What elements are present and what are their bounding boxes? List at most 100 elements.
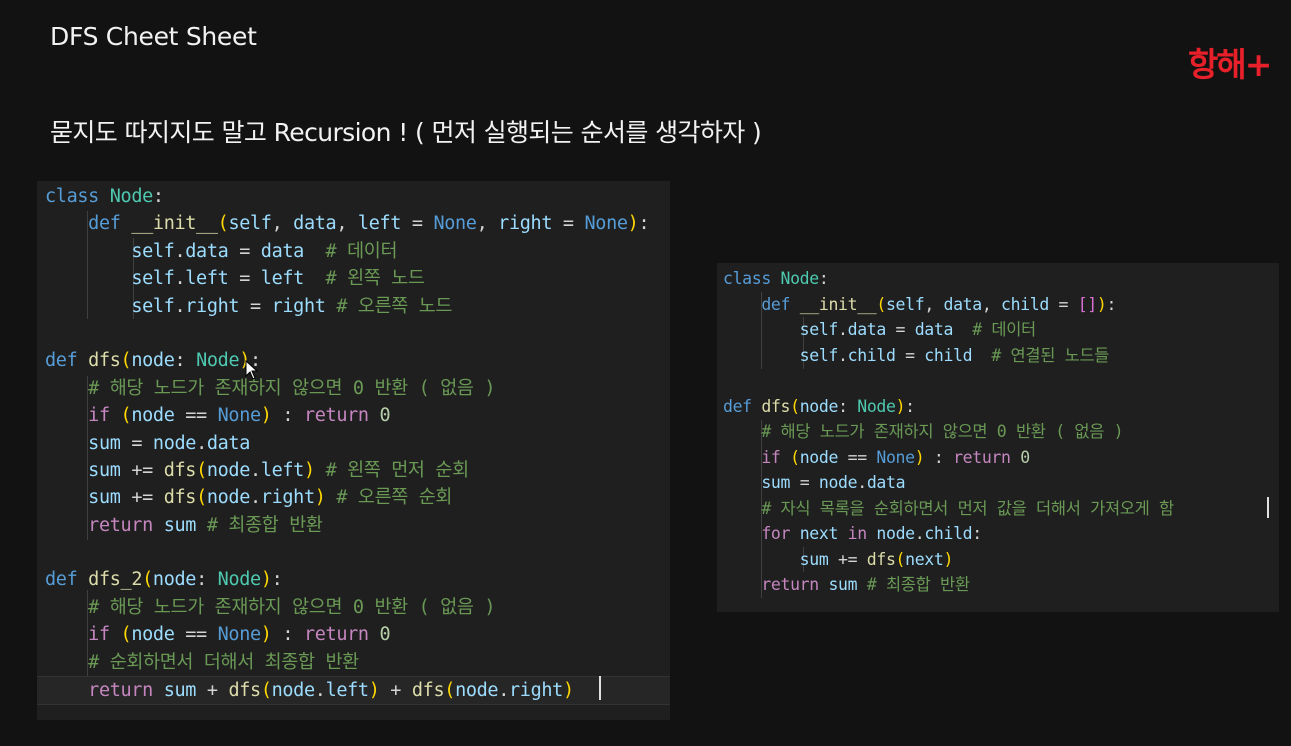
code-line[interactable]: sum = node.data [37, 430, 670, 457]
code-token: == [838, 447, 877, 467]
code-line[interactable]: # 자식 목록을 순회하면서 먼저 값을 더해서 가져오게 함 [717, 496, 1279, 522]
code-token: if [88, 405, 110, 427]
code-line[interactable]: self.left = left # 왼쪽 노드 [37, 265, 670, 292]
code-line[interactable]: return sum + dfs(node.left) + dfs(node.r… [37, 676, 670, 706]
code-token: , [981, 294, 1001, 314]
text-caret [1267, 497, 1269, 518]
code-token: # 해당 노드가 존재하지 않으면 0 반환 ( 없음 ) [88, 596, 496, 618]
code-token: right [271, 295, 326, 317]
code-panel-binary-tree[interactable]: class Node: def __init__(self, data, lef… [37, 181, 670, 720]
code-line[interactable]: def __init__(self, data, left = None, ri… [37, 210, 670, 237]
code-line[interactable]: return sum # 최종합 반환 [37, 512, 670, 539]
code-line[interactable]: self.right = right # 오른쪽 노드 [37, 293, 670, 320]
code-token: dfs [163, 459, 197, 481]
code-token: : [924, 447, 954, 467]
code-token: None [433, 213, 477, 235]
code-block[interactable]: class Node: def __init__(self, data, lef… [37, 183, 670, 706]
code-token: node [131, 405, 175, 427]
code-line[interactable]: for next in node.child: [717, 521, 1279, 547]
code-token: ) [627, 213, 639, 235]
code-token: self [228, 213, 272, 235]
code-line[interactable]: self.data = data # 데이터 [37, 238, 670, 265]
code-token: # 오른쪽 순회 [336, 487, 453, 509]
code-token: Node [217, 569, 262, 591]
code-line[interactable]: if (node == None) : return 0 [37, 402, 670, 429]
code-line[interactable]: ​ [717, 368, 1279, 394]
code-token: __init__ [131, 213, 218, 235]
code-line[interactable]: # 해당 노드가 존재하지 않으면 0 반환 ( 없음 ) [37, 375, 670, 402]
code-token: node [152, 432, 197, 454]
code-line[interactable]: sum += dfs(next) [717, 547, 1279, 573]
code-token: : [1106, 294, 1117, 314]
code-line[interactable]: def __init__(self, data, child = []): [717, 292, 1279, 318]
code-token: : [972, 524, 982, 543]
code-line[interactable]: ​ [37, 539, 670, 566]
code-token: right [185, 295, 240, 317]
code-line[interactable]: class Node: [37, 183, 670, 210]
code-token: self [131, 295, 175, 317]
code-line[interactable]: ​ [37, 320, 670, 347]
code-line[interactable]: sum += dfs(node.right) # 오른쪽 순회 [37, 484, 670, 511]
code-token: : [271, 569, 283, 591]
code-token: dfs [228, 680, 261, 702]
code-token: . [174, 268, 186, 290]
code-token: = [552, 213, 585, 235]
code-token: ) [1096, 294, 1107, 314]
code-token: sum [88, 459, 121, 481]
code-token: = [401, 213, 434, 235]
code-token: ) [562, 680, 574, 702]
code-block[interactable]: class Node: def __init__(self, data, chi… [717, 266, 1279, 598]
code-token: return [303, 405, 369, 427]
code-token: ( [120, 350, 132, 372]
code-line[interactable]: sum += dfs(node.left) # 왼쪽 먼저 순회 [37, 457, 670, 484]
code-line[interactable]: # 해당 노드가 존재하지 않으면 0 반환 ( 없음 ) [37, 594, 670, 621]
code-line[interactable]: sum = node.data [717, 470, 1279, 496]
code-token: ) [260, 624, 272, 646]
code-line[interactable]: def dfs(node: Node): [37, 347, 670, 374]
code-line[interactable]: def dfs_2(node: Node): [37, 566, 670, 593]
code-token: : [905, 396, 915, 416]
code-line[interactable]: self.child = child # 연결된 노드들 [717, 343, 1279, 369]
code-line[interactable]: self.data = data # 데이터 [717, 317, 1279, 343]
code-line[interactable]: # 해당 노드가 존재하지 않으면 0 반환 ( 없음 ) [717, 419, 1279, 445]
code-line[interactable]: # 순회하면서 더해서 최종합 반환 [37, 649, 670, 676]
code-token: . [838, 320, 848, 339]
code-panel-nary-tree[interactable]: class Node: def __init__(self, data, chi… [717, 263, 1279, 612]
code-token: node [131, 624, 175, 646]
code-line[interactable]: if (node == None) : return 0 [37, 621, 670, 648]
code-line[interactable]: def dfs(node: Node): [717, 394, 1279, 420]
code-token: def [45, 350, 78, 372]
code-token: return [88, 514, 153, 536]
code-token: node [152, 569, 197, 591]
code-token: ( [120, 405, 132, 427]
code-token: sum [799, 549, 829, 569]
code-token: dfs_2 [88, 569, 143, 591]
code-token: None [217, 405, 262, 427]
code-line[interactable]: return sum # 최종합 반환 [717, 572, 1279, 598]
code-line[interactable]: class Node: [717, 266, 1279, 292]
code-token: sum [163, 680, 197, 702]
code-token: . [250, 487, 261, 509]
code-token: : [271, 624, 304, 646]
code-line[interactable]: if (node == None) : return 0 [717, 445, 1279, 471]
code-token: def [723, 396, 752, 416]
code-token: node [818, 473, 858, 492]
code-token: child [924, 345, 973, 365]
code-token: ( [142, 569, 153, 591]
